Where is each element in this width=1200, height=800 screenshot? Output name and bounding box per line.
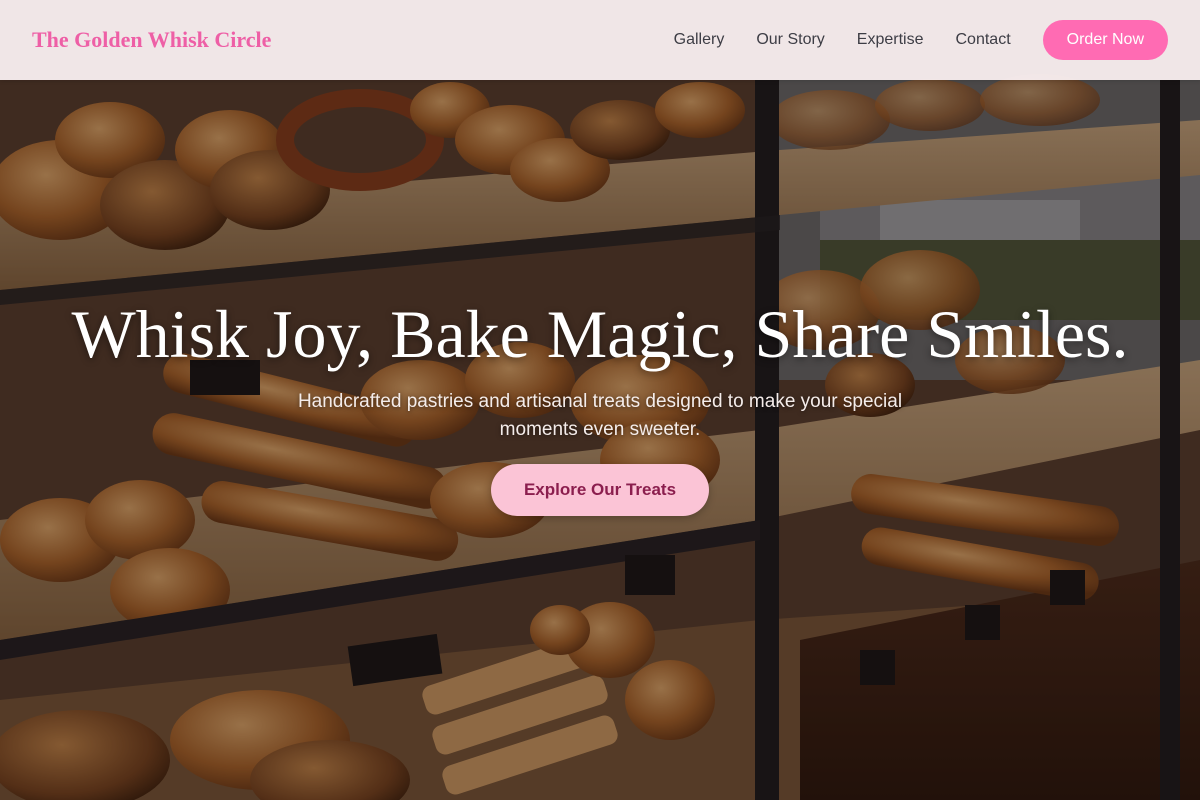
nav-link-gallery[interactable]: Gallery	[674, 31, 725, 49]
main-nav: Gallery Our Story Expertise Contact Orde…	[674, 20, 1168, 60]
site-header: The Golden Whisk Circle Gallery Our Stor…	[0, 0, 1200, 80]
hero-title: Whisk Joy, Bake Magic, Share Smiles.	[71, 296, 1129, 372]
nav-link-contact[interactable]: Contact	[956, 31, 1011, 49]
nav-link-our-story[interactable]: Our Story	[756, 31, 824, 49]
order-now-button[interactable]: Order Now	[1042, 20, 1168, 60]
hero-section: Whisk Joy, Bake Magic, Share Smiles. Han…	[0, 0, 1200, 800]
hero-content: Whisk Joy, Bake Magic, Share Smiles. Han…	[0, 290, 1200, 516]
nav-link-expertise[interactable]: Expertise	[857, 31, 924, 49]
explore-treats-button[interactable]: Explore Our Treats	[490, 464, 710, 516]
brand-logo[interactable]: The Golden Whisk Circle	[32, 27, 271, 53]
hero-subtitle: Handcrafted pastries and artisanal treat…	[297, 391, 903, 440]
